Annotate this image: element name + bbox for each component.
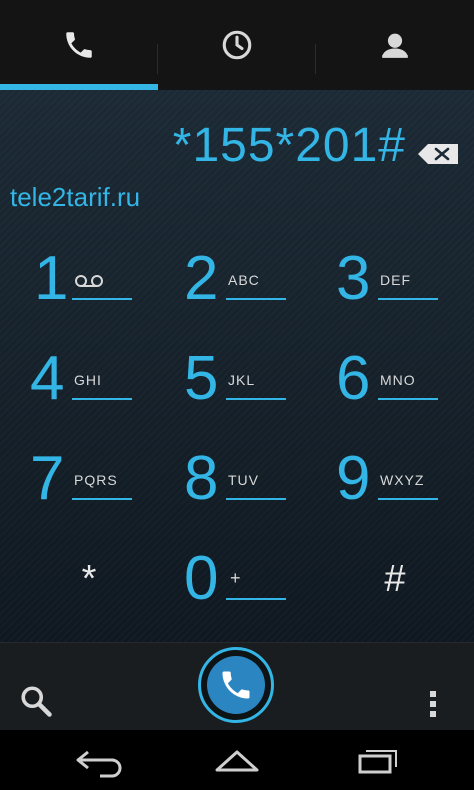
- key-digit: 1: [34, 244, 69, 313]
- key-0[interactable]: 0 +: [158, 530, 316, 630]
- key-6[interactable]: 6 MNO: [316, 330, 474, 430]
- key-letters: PQRS: [74, 472, 118, 488]
- key-symbol: #: [384, 558, 406, 600]
- key-digit: 2: [184, 244, 219, 313]
- key-1[interactable]: 1: [0, 230, 158, 330]
- tab-contacts[interactable]: [316, 0, 474, 90]
- phone-icon: [222, 671, 250, 699]
- key-underline: [72, 298, 132, 300]
- recent-apps-icon[interactable]: [346, 744, 406, 778]
- key-underline: [226, 398, 286, 400]
- key-letters: JKL: [228, 372, 256, 388]
- clock-icon: [222, 30, 252, 60]
- key-letters: MNO: [380, 372, 416, 388]
- key-letters: WXYZ: [380, 472, 425, 488]
- key-underline: [226, 498, 286, 500]
- key-underline: [378, 398, 438, 400]
- dialer-screen: *155*201# tele2tarif.ru 1 2 ABC 3 DEF 4 …: [0, 0, 474, 790]
- tab-call-log[interactable]: [158, 0, 316, 90]
- key-underline: [378, 298, 438, 300]
- phone-icon: [66, 32, 92, 58]
- dialpad-area: *155*201# tele2tarif.ru 1 2 ABC 3 DEF 4 …: [0, 90, 474, 642]
- key-underline: [378, 498, 438, 500]
- key-digit: 6: [336, 344, 371, 413]
- key-letters: GHI: [74, 372, 102, 388]
- key-star[interactable]: *: [10, 530, 168, 630]
- key-7[interactable]: 7 PQRS: [0, 430, 158, 530]
- key-2[interactable]: 2 ABC: [158, 230, 316, 330]
- key-symbol: *: [81, 558, 97, 600]
- key-letters: ABC: [228, 272, 260, 288]
- key-underline: [72, 498, 132, 500]
- call-button[interactable]: [198, 647, 274, 723]
- key-4[interactable]: 4 GHI: [0, 330, 158, 430]
- key-underline: [226, 598, 286, 600]
- key-digit: 8: [184, 444, 219, 513]
- key-3[interactable]: 3 DEF: [316, 230, 474, 330]
- key-digit: 9: [336, 444, 371, 513]
- key-8[interactable]: 8 TUV: [158, 430, 316, 530]
- call-button-inner: [207, 656, 265, 714]
- back-icon[interactable]: [70, 744, 130, 778]
- home-icon[interactable]: [207, 744, 267, 778]
- tab-bar: [0, 0, 474, 90]
- key-digit: 5: [184, 344, 219, 413]
- contacts-icon: [382, 33, 408, 58]
- key-hash[interactable]: #: [316, 530, 474, 630]
- key-digit: 7: [30, 444, 65, 513]
- key-9[interactable]: 9 WXYZ: [316, 430, 474, 530]
- backspace-icon[interactable]: [416, 142, 460, 166]
- key-digit: 3: [336, 244, 371, 313]
- dialer-action-bar: [0, 642, 474, 731]
- system-navigation-bar: [0, 730, 474, 790]
- key-digit: 4: [30, 344, 65, 413]
- key-digit: 0: [184, 544, 219, 613]
- key-underline: [226, 298, 286, 300]
- key-letters: DEF: [380, 272, 411, 288]
- tab-dialpad[interactable]: [0, 0, 158, 90]
- key-letters: TUV: [228, 472, 259, 488]
- voicemail-icon: [75, 275, 103, 287]
- search-icon[interactable]: [18, 683, 54, 719]
- watermark-text: tele2tarif.ru: [10, 182, 141, 212]
- key-letters: +: [230, 568, 242, 588]
- dialed-number-field[interactable]: *155*201#: [173, 118, 406, 173]
- key-5[interactable]: 5 JKL: [158, 330, 316, 430]
- key-underline: [72, 398, 132, 400]
- overflow-menu-icon[interactable]: [426, 689, 440, 719]
